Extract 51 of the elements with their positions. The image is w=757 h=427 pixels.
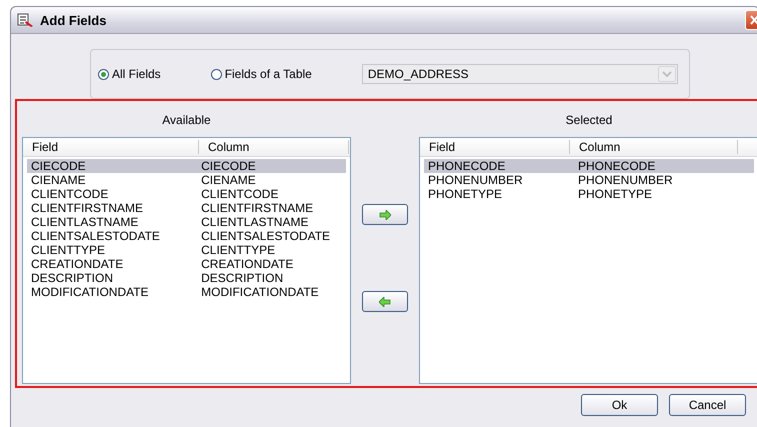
table-cell-text: CREATIONDATE	[200, 257, 294, 271]
field-list[interactable]: Field Column PHONECODE PHONECODE PHONENUMBER PHONENUMBER PHONETYPE PHONETYPE	[419, 137, 757, 384]
table-cell-text: CIECODE	[30, 159, 87, 173]
list-row[interactable]: CLIENTFIRSTNAME CLIENTFIRSTNAME	[27, 201, 346, 215]
list-row[interactable]: CLIENTCODE CLIENTCODE	[27, 187, 346, 201]
list-row[interactable]: PHONETYPE PHONETYPE	[424, 187, 754, 201]
list-row[interactable]: CIENAME CIENAME	[27, 173, 346, 187]
panel-label: Available	[161, 112, 212, 129]
table-cell-text: PHONENUMBER	[577, 173, 674, 187]
table-cell-text: PHONENUMBER	[427, 173, 524, 187]
column-header[interactable]: Column	[570, 140, 738, 154]
table-cell-text: CLIENTCODE	[30, 187, 110, 201]
list-row[interactable]: PHONECODE PHONECODE	[424, 159, 754, 173]
table-cell-text: CLIENTCODE	[200, 187, 280, 201]
list-row[interactable]: DESCRIPTION DESCRIPTION	[27, 271, 346, 285]
table-cell-text: CLIENTTYPE	[200, 243, 276, 257]
table-cell-text: PHONECODE	[427, 159, 506, 173]
column-header[interactable]: Field	[420, 140, 570, 154]
dialog-button[interactable]: Cancel	[669, 394, 746, 416]
table-cell-text: CLIENTTYPE	[30, 243, 106, 257]
radio-button[interactable]: Fields of a Table	[210, 67, 312, 81]
table-cell-text: CLIENTSALESTODATE	[30, 229, 161, 243]
table-cell-text: CIECODE	[200, 159, 257, 173]
table-cell-text: CLIENTLASTNAME	[30, 215, 140, 229]
list-row[interactable]: MODIFICATIONDATE MODIFICATIONDATE	[27, 285, 346, 299]
table-cell-text: CIENAME	[200, 173, 257, 187]
table-cell-text: CLIENTFIRSTNAME	[30, 201, 144, 215]
list-row[interactable]: PHONENUMBER PHONENUMBER	[424, 173, 754, 187]
table-cell-text: MODIFICATIONDATE	[200, 285, 320, 299]
list-row[interactable]: CREATIONDATE CREATIONDATE	[27, 257, 346, 271]
list-row[interactable]: CLIENTLASTNAME CLIENTLASTNAME	[27, 215, 346, 229]
list-row[interactable]: CIECODE CIECODE	[27, 159, 346, 173]
dialog-button[interactable]: Ok	[581, 394, 658, 416]
table-cell-text: PHONETYPE	[427, 187, 504, 201]
window-title: Add Fields	[40, 12, 108, 28]
table-cell-text: PHONECODE	[577, 159, 656, 173]
table-cell-text: CLIENTLASTNAME	[200, 215, 310, 229]
column-header[interactable]: Field	[23, 140, 199, 154]
table-cell-text: CLIENTFIRSTNAME	[200, 201, 314, 215]
radio-button[interactable]: All Fields	[98, 67, 161, 81]
table-cell-text: MODIFICATIONDATE	[30, 285, 150, 299]
list-row[interactable]: CLIENTTYPE CLIENTTYPE	[27, 243, 346, 257]
table-cell-text: CLIENTSALESTODATE	[200, 229, 332, 243]
table-cell-text: CIENAME	[30, 173, 87, 187]
table-cell-text: DESCRIPTION	[200, 271, 284, 285]
column-header[interactable]: Column	[199, 140, 349, 154]
panel-label: Selected	[564, 112, 614, 129]
table-cell-text: CREATIONDATE	[30, 257, 124, 271]
table-cell-text: PHONETYPE	[577, 187, 654, 201]
table-cell-text: DESCRIPTION	[30, 271, 114, 285]
list-row[interactable]: CLIENTSALESTODATE CLIENTSALESTODATE	[27, 229, 346, 243]
